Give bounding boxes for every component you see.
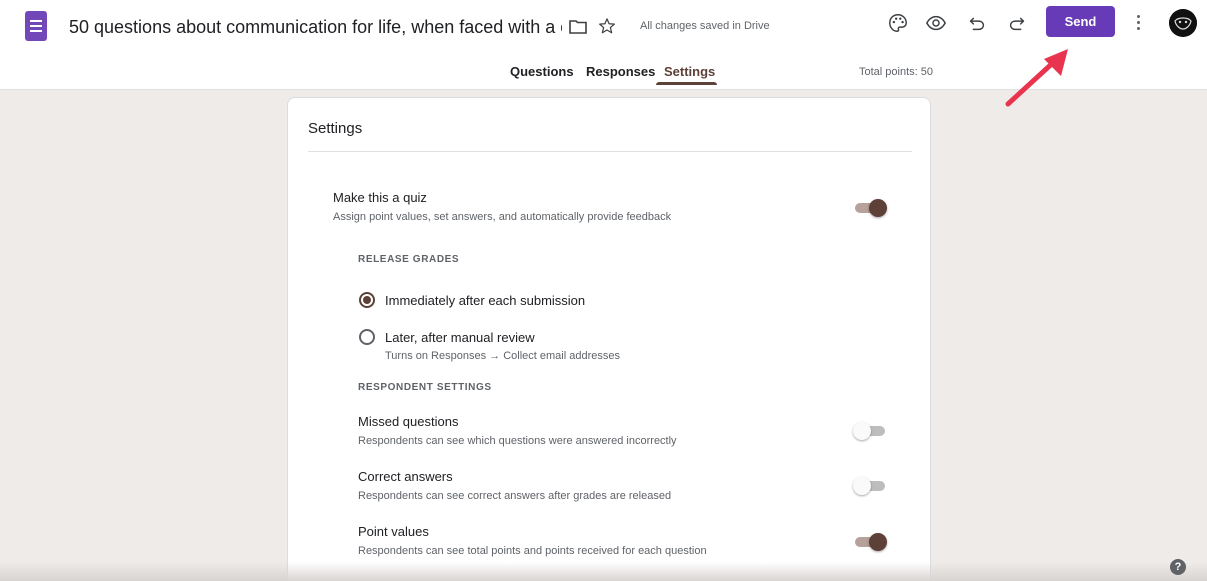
preview-icon[interactable]	[925, 12, 947, 34]
correct-answers-label: Correct answers	[358, 469, 453, 484]
save-status: All changes saved in Drive	[640, 20, 770, 32]
more-options-icon[interactable]	[1133, 12, 1145, 34]
release-grades-heading: RELEASE GRADES	[358, 254, 460, 265]
radio-later[interactable]	[359, 329, 375, 345]
settings-card: Settings Make this a quiz Assign point v…	[287, 97, 931, 581]
radio-later-label[interactable]: Later, after manual review	[385, 330, 535, 345]
google-forms-logo-icon[interactable]	[25, 11, 47, 41]
tab-questions[interactable]: Questions	[510, 64, 574, 79]
quiz-toggle-desc: Assign point values, set answers, and au…	[333, 211, 672, 223]
respondent-settings-heading: RESPONDENT SETTINGS	[358, 382, 492, 393]
correct-answers-desc: Respondents can see correct answers afte…	[358, 490, 672, 502]
star-icon[interactable]	[598, 17, 616, 35]
point-values-toggle[interactable]	[853, 531, 887, 553]
tab-responses[interactable]: Responses	[586, 64, 655, 79]
quiz-toggle[interactable]	[853, 197, 887, 219]
redo-icon[interactable]	[1006, 12, 1028, 34]
quiz-toggle-label: Make this a quiz	[333, 190, 427, 205]
help-icon[interactable]: ?	[1170, 559, 1186, 575]
card-title: Settings	[308, 120, 363, 137]
point-values-desc: Respondents can see total points and poi…	[358, 545, 707, 557]
undo-icon[interactable]	[966, 12, 988, 34]
form-title[interactable]: 50 questions about communication for lif…	[69, 16, 562, 38]
radio-immediately-label[interactable]: Immediately after each submission	[385, 293, 585, 308]
avatar-image-icon	[1169, 9, 1197, 37]
radio-later-desc: Turns on Responses → Collect email addre…	[385, 350, 620, 362]
palette-icon[interactable]	[887, 12, 909, 34]
active-tab-indicator	[656, 82, 717, 85]
correct-answers-toggle[interactable]	[853, 475, 887, 497]
tab-settings[interactable]: Settings	[664, 64, 715, 79]
point-values-label: Point values	[358, 524, 429, 539]
total-points: Total points: 50	[859, 66, 933, 78]
folder-icon[interactable]	[569, 19, 587, 34]
avatar[interactable]	[1169, 9, 1197, 37]
bottom-shadow	[0, 562, 1207, 581]
missed-questions-label: Missed questions	[358, 414, 459, 429]
divider	[308, 151, 912, 152]
send-button[interactable]: Send	[1046, 6, 1115, 37]
annotation-arrow-icon	[1005, 49, 1068, 107]
missed-questions-desc: Respondents can see which questions were…	[358, 435, 677, 447]
missed-questions-toggle[interactable]	[853, 420, 887, 442]
radio-immediately[interactable]	[359, 292, 375, 308]
